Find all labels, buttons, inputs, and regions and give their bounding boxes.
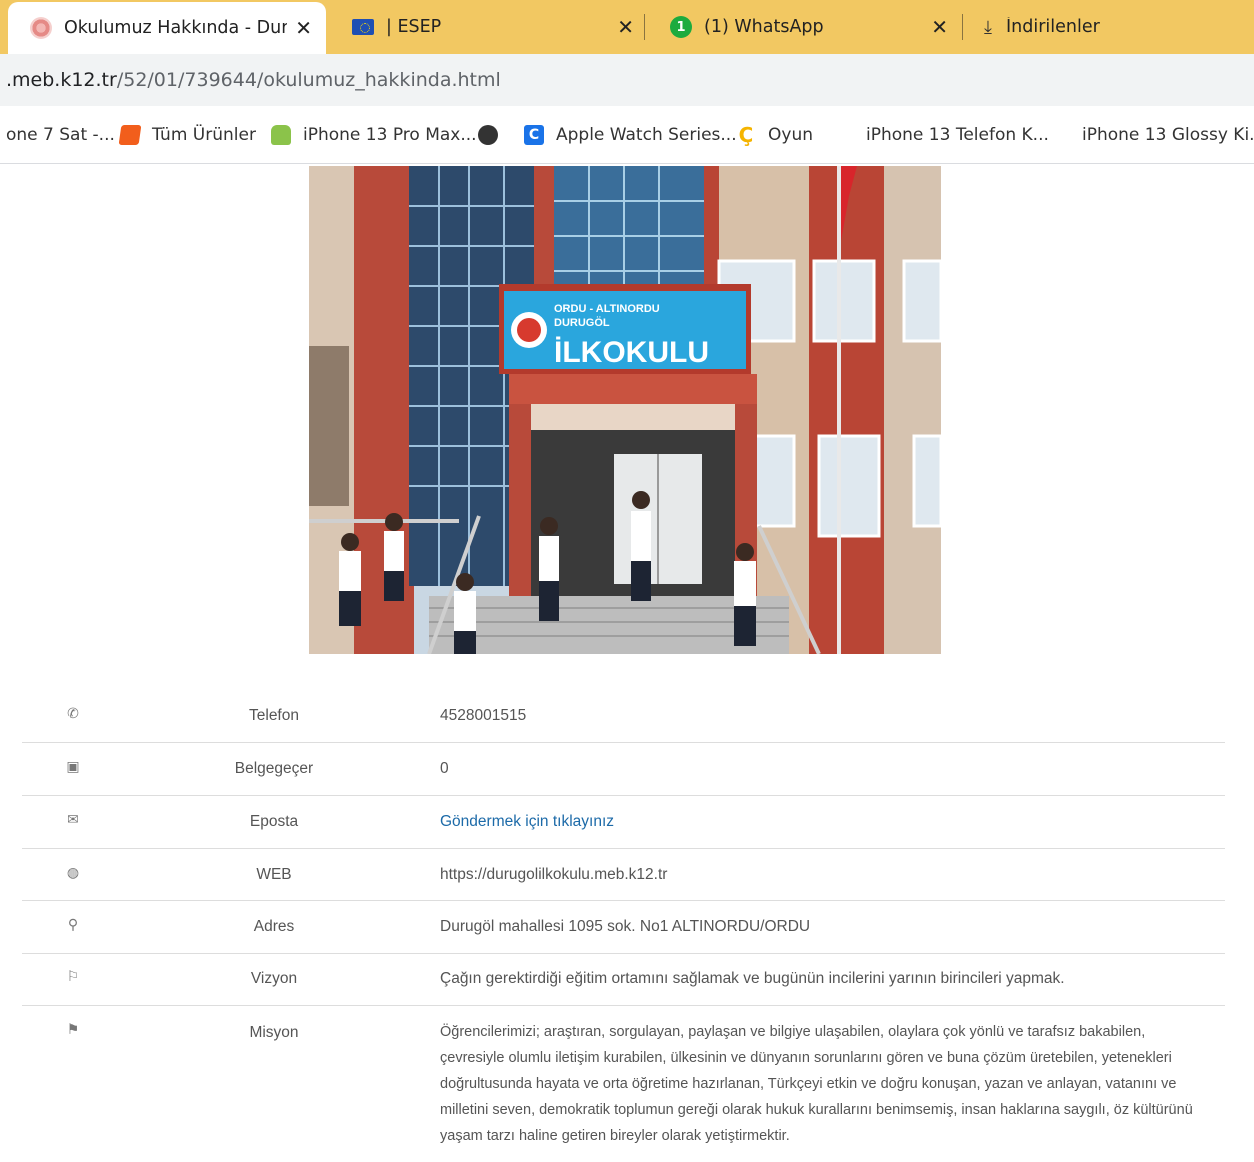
address-bar[interactable]: .meb.k12.tr/52/01/739644/okulumuz_hakkin… [0,54,1254,106]
phone-icon: ✆ [67,706,79,722]
url-host: .meb.k12.tr [6,69,117,91]
url-text[interactable]: .meb.k12.tr/52/01/739644/okulumuz_hakkin… [6,69,501,91]
info-value: Durugöl mahallesi 1095 sok. No1 ALTINORD… [440,918,811,935]
url-path: /52/01/739644/okulumuz_hakkinda.html [116,69,501,91]
map-marker-icon: ⚲ [67,917,79,933]
info-value: Çağın gerektirdiği eğitim ortamını sağla… [440,970,1065,987]
tab-title: İndirilenler [1005,17,1100,37]
flag-outline-icon: ⚐ [66,969,80,985]
bookmark-item[interactable]: Tüm Ürünler [118,106,256,164]
info-value: https://durugolilkokulu.meb.k12.tr [440,866,668,883]
tab-okulumuz-hakkinda[interactable]: Okulumuz Hakkında - Durugöl ✕ [8,2,326,54]
tab-indirilenler[interactable]: ⤓ İndirilenler [962,0,1254,54]
tab-separator [644,14,645,40]
info-label: Adres [253,918,295,935]
globe-icon [478,125,498,145]
info-row-web: ◍ WEB https://durugolilkokulu.meb.k12.tr [22,849,1225,901]
feather-icon [118,125,142,145]
cc-logo-icon: Ç [738,123,754,147]
bookmark-item[interactable]: iPhone 13 Telefon K... [866,106,1049,164]
bookmark-label: Tüm Ürünler [152,125,256,145]
school-info-table: ✆ Telefon 4528001515 ▣ Belgegeçer 0 ✉ Ep… [22,690,1225,1156]
info-row-telefon: ✆ Telefon 4528001515 [22,690,1225,743]
info-label: Telefon [249,707,299,724]
bookmark-label: Apple Watch Series... [556,125,737,145]
bookmark-item[interactable] [478,106,510,164]
email-link[interactable]: Göndermek için tıklayınız [440,813,614,830]
bookmarks-bar: one 7 Sat -... Tüm Ürünler iPhone 13 Pro… [0,106,1254,164]
tab-title: (1) WhatsApp [704,17,824,37]
sign-line-2: DURUGÖL [554,316,610,329]
info-label: Vizyon [250,970,298,987]
info-row-vizyon: ⚐ Vizyon Çağın gerektirdiği eğitim ortam… [22,954,1225,1006]
bookmark-item[interactable]: iPhone 13 Pro Max... [271,106,477,164]
info-row-misyon: ⚑ Misyon Öğrencilerimizi; araştıran, sor… [22,1006,1225,1156]
info-value: 0 [440,760,449,777]
sign-line-3: İLKOKULU [554,336,709,369]
bookmark-label: Oyun [768,125,813,145]
bookmark-item[interactable]: iPhone 13 Glossy Ki... [1082,106,1254,164]
info-label: Belgegeçer [234,760,314,777]
bookmark-label: iPhone 13 Pro Max... [303,125,477,145]
download-icon: ⤓ [984,16,992,38]
globe-icon: ◍ [66,865,80,881]
bookmark-item[interactable]: Ç Oyun [736,106,813,164]
info-label: WEB [256,866,292,883]
close-icon[interactable]: ✕ [931,15,948,39]
school-photo: ORDU - ALTINORDU DURUGÖL İLKOKULU [309,166,941,654]
info-row-adres: ⚲ Adres Durugöl mahallesi 1095 sok. No1 … [22,901,1225,954]
android-icon [271,125,291,145]
info-value: 4528001515 [440,707,527,724]
tab-esep[interactable]: | ESEP ✕ [330,0,648,54]
tab-title: Okulumuz Hakkında - Durugöl [64,18,288,38]
close-icon[interactable]: ✕ [295,16,312,40]
bookmark-label: iPhone 13 Glossy Ki... [1082,125,1254,145]
envelope-icon: ✉ [67,812,79,828]
info-value: Göndermek için tıklayınız [440,809,1210,835]
flag-filled-icon: ⚑ [66,1022,80,1038]
bookmark-item[interactable]: one 7 Sat -... [6,106,115,164]
tab-strip: Okulumuz Hakkında - Durugöl ✕ | ESEP ✕ 1… [0,0,1254,54]
bookmark-label: one 7 Sat -... [6,125,115,145]
info-label: Eposta [249,813,299,830]
bookmark-item[interactable]: C Apple Watch Series... [524,106,737,164]
info-row-belgegecer: ▣ Belgegeçer 0 [22,743,1225,796]
tab-whatsapp[interactable]: 1 (1) WhatsApp ✕ [648,0,962,54]
info-label: Misyon [249,1024,299,1041]
close-icon[interactable]: ✕ [617,15,634,39]
info-row-eposta: ✉ Eposta Göndermek için tıklayınız [22,796,1225,849]
c-logo-icon: C [524,125,544,145]
fax-icon: ▣ [66,759,80,775]
bookmark-label: iPhone 13 Telefon K... [866,125,1049,145]
whatsapp-icon: 1 [670,16,692,38]
meb-logo-icon [30,17,52,39]
tab-title: | ESEP [386,17,442,37]
eu-flag-icon [352,19,374,35]
sign-line-1: ORDU - ALTINORDU [554,303,660,315]
info-value: Öğrencilerimizi; araştıran, sorgulayan, … [440,1024,1193,1144]
